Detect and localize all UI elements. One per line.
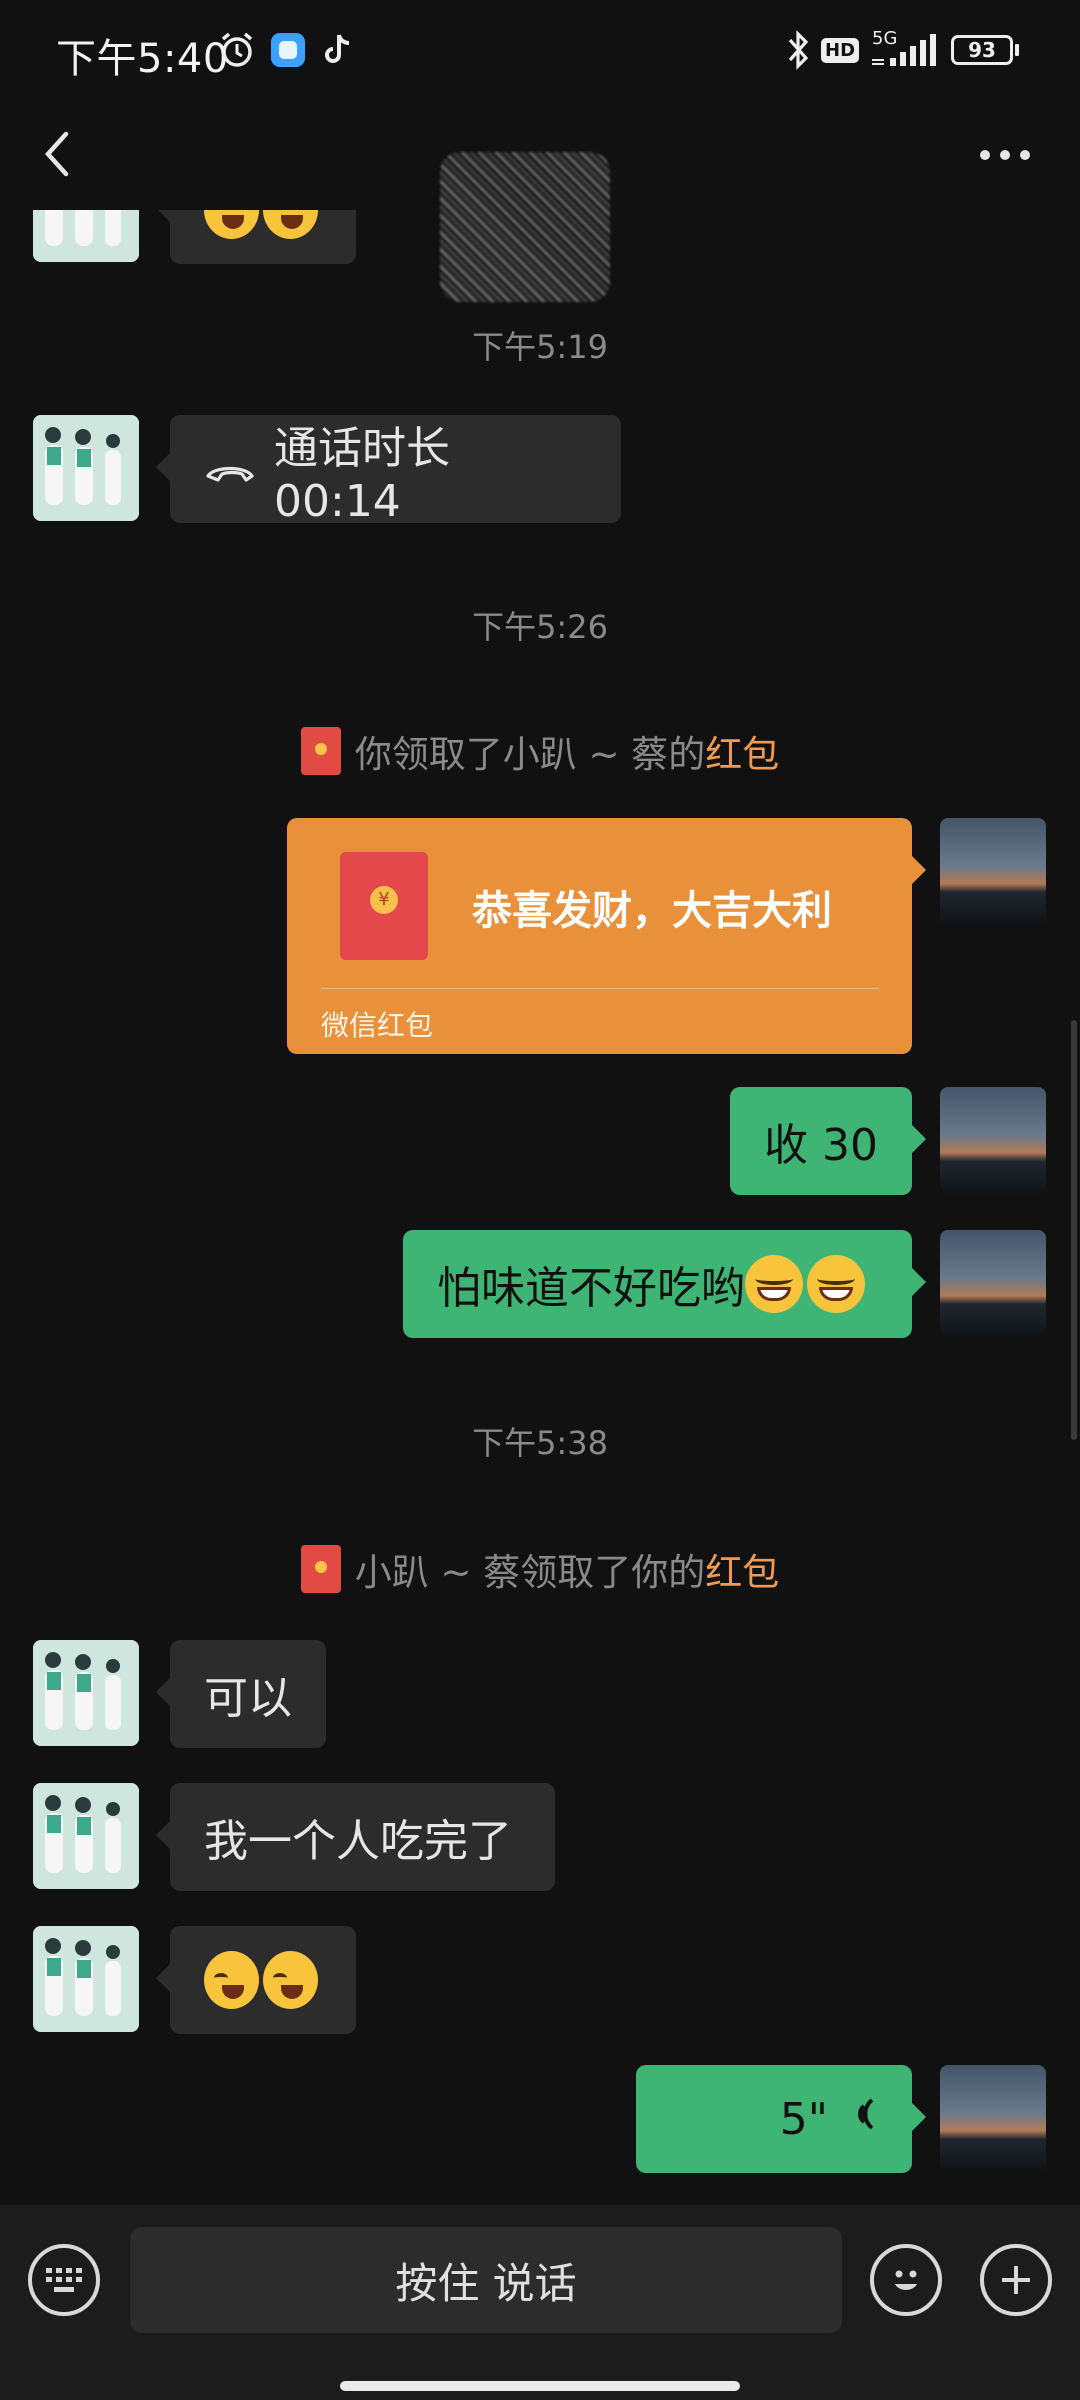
crying-laughing-emoji (204, 1951, 259, 2009)
system-notice-text: 小趴 ~ 蔡领取了你的 (354, 1551, 706, 1594)
system-notice: 你领取了小趴 ~ 蔡的红包 (0, 724, 1080, 778)
status-time: 下午5:40 (56, 36, 229, 82)
contact-avatar[interactable] (33, 1640, 139, 1746)
message-bubble-received[interactable] (156, 210, 356, 264)
home-indicator[interactable] (340, 2381, 740, 2391)
message-bubble-sent[interactable]: 怕味道不好吃哟 (403, 1230, 926, 1338)
crying-laughing-emoji (204, 210, 259, 239)
contact-avatar[interactable] (33, 415, 139, 521)
red-packet-link[interactable]: 红包 (705, 1551, 779, 1594)
timestamp: 下午5:38 (472, 1424, 608, 1462)
red-packet-icon (300, 727, 341, 775)
keyboard-toggle-icon[interactable] (28, 2244, 100, 2316)
battery-icon: 93 (948, 30, 1022, 70)
divider (321, 988, 879, 989)
crying-laughing-emoji (263, 210, 318, 239)
message-bubble-received[interactable]: 可以 (156, 1640, 326, 1748)
chat-history[interactable]: 下午5:19 通话时长 00:14 下午5:26 你领取了小趴 ~ 蔡的红包 恭… (0, 210, 1080, 2205)
input-bar: 按住 说话 (0, 2205, 1080, 2400)
more-functions-plus-icon[interactable] (980, 2244, 1052, 2316)
red-packet-icon (300, 1545, 341, 1593)
red-packet-link[interactable]: 红包 (705, 733, 779, 776)
system-notice: 小趴 ~ 蔡领取了你的红包 (0, 1542, 1080, 1596)
red-packet-card[interactable]: 恭喜发财，大吉大利 微信红包 (287, 818, 926, 1054)
voice-wave-icon (842, 2092, 878, 2147)
my-avatar[interactable] (940, 2065, 1046, 2171)
timestamp: 下午5:26 (472, 608, 608, 646)
my-avatar[interactable] (940, 818, 1046, 924)
phone-hangup-icon (204, 444, 256, 495)
contact-avatar[interactable] (33, 210, 139, 262)
hold-to-talk-button[interactable]: 按住 说话 (130, 2227, 842, 2333)
crying-laughing-emoji (263, 1951, 318, 2009)
bluetooth-icon (780, 30, 816, 70)
message-bubble-received[interactable]: 我一个人吃完了 (156, 1783, 555, 1891)
message-text: 怕味道不好吃哟 (437, 1263, 745, 1314)
more-options-icon[interactable] (975, 140, 1035, 170)
my-avatar[interactable] (940, 1230, 1046, 1336)
red-envelope-icon (340, 852, 428, 960)
grinning-emoji (745, 1255, 803, 1313)
call-duration-label: 通话时长 00:14 (274, 422, 450, 527)
contact-avatar[interactable] (33, 1783, 139, 1889)
cellular-signal-icon: 5G (868, 28, 938, 70)
contact-avatar[interactable] (33, 1926, 139, 2032)
tiktok-icon (318, 30, 358, 70)
red-packet-wish: 恭喜发财，大吉大利 (472, 888, 832, 934)
system-notice-text: 你领取了小趴 ~ 蔡的 (354, 733, 706, 776)
voice-duration: 5" (779, 2093, 828, 2145)
red-packet-label: 微信红包 (321, 1009, 434, 1042)
emoji-picker-icon[interactable] (870, 2244, 942, 2316)
my-avatar[interactable] (940, 1087, 1046, 1193)
chat-header (0, 100, 1080, 302)
message-bubble-received[interactable] (156, 1926, 356, 2034)
status-bar: 下午5:40 HD 5G 93 (0, 0, 1080, 100)
scrollbar[interactable] (1071, 1020, 1077, 1440)
hd-badge: HD (821, 30, 860, 70)
message-bubble-sent[interactable]: 收 30 (730, 1087, 926, 1195)
app-notification-icon (268, 30, 308, 70)
back-arrow-icon[interactable] (30, 124, 90, 184)
voice-message-bubble[interactable]: 5" (636, 2065, 926, 2173)
timestamp: 下午5:19 (472, 328, 608, 366)
call-record-bubble[interactable]: 通话时长 00:14 (156, 415, 621, 527)
grinning-emoji (807, 1255, 865, 1313)
alarm-icon (215, 30, 259, 70)
